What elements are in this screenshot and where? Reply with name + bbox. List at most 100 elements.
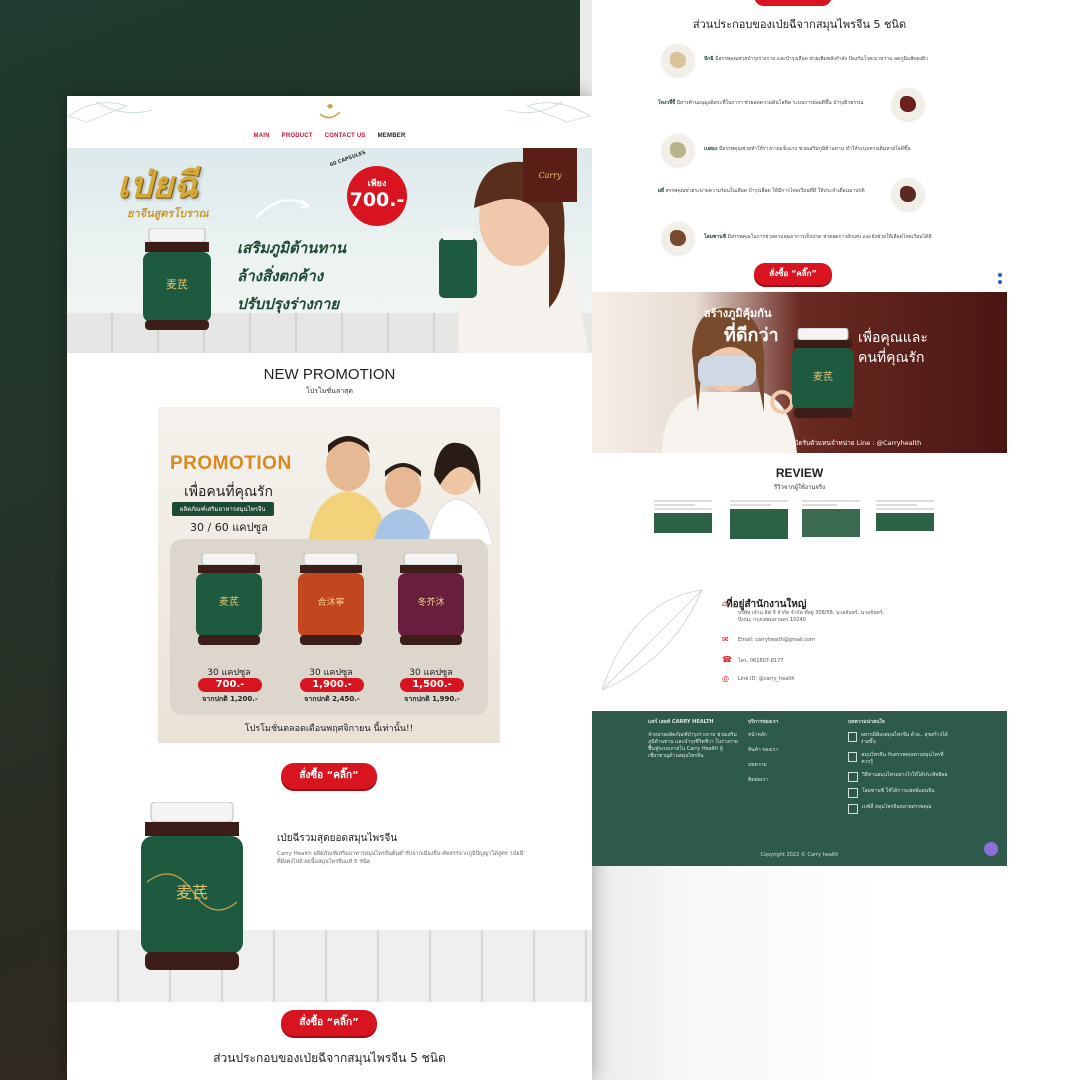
hero-bullet: เสริมภูมิต้านทาน (237, 239, 346, 257)
nav-product[interactable]: PRODUCT (282, 133, 313, 139)
site-footer: แคร์ เฮลท์ CARRY HEALTH จำหน่ายผลิตภัณฑ์… (592, 711, 1007, 866)
herb-icon (892, 88, 924, 120)
ingredients-title: ส่วนประกอบของเป่ยฉีจากสมุนไพรจีน 5 ชนิด (692, 18, 907, 31)
banner2-line3b: คนที่คุณรัก (858, 350, 925, 366)
herb-text: มีสรรพคุณช่วยทำให้ร่างกายแข็งแรง ช่วยเสร… (718, 146, 911, 152)
leaf-illustration (601, 589, 703, 691)
footer-article-title: เบซ์ลี่ สมุนไพรจีนหลายสรรพคุณ (862, 804, 932, 810)
promotion-subtitle: โปรโมชั่นล่าสุด (306, 387, 353, 395)
footer-article[interactable]: โสมซานชี ใช้ได้การแพทย์แผนจีน (848, 788, 948, 798)
order-button[interactable]: สั่งซื้อ “คลิ๊ก” (754, 263, 832, 285)
svg-text:合沐寧: 合沐寧 (317, 596, 344, 608)
product-jar-red: 合沐寧 (298, 553, 364, 645)
herb-icon (892, 178, 924, 210)
product-jar-purple: 冬芥沐 (398, 553, 464, 645)
office-address: บริษัท เจ้าน ลิฟ จี จำกัด จำกัด ที่อยู่ … (738, 610, 885, 623)
footer-link[interactable]: สินค้า ของเรา (748, 747, 818, 754)
herb-text: สรรพคุณช่วยระบายความร้อนในเลือด บำรุงเลื… (665, 188, 865, 194)
capsules-label: 60 CAPSULES (329, 149, 367, 169)
calendar-icon (848, 752, 858, 762)
order-button[interactable]: สั่งซื้อ “คลิ๊ก” (281, 763, 377, 789)
review-card[interactable] (802, 500, 860, 562)
nav-member[interactable]: MEMBER (378, 133, 406, 139)
review-card[interactable] (876, 500, 934, 562)
product-jar-large: 麦芪 (141, 802, 243, 970)
family-photo (308, 436, 494, 545)
review-card[interactable] (654, 500, 712, 562)
promo-item-price: 700.- (198, 678, 262, 692)
copyright: Copyright 2022 © Carry health (760, 852, 839, 858)
herb-item: ปักฉี มีสรรพคุณช่วยบำรุงร่างกาย และบำรุง… (704, 56, 944, 63)
promotion-header: NEW PROMOTION โปรโมชั่นล่าสุด (67, 366, 592, 397)
footer-article[interactable]: สมุนไพรจีน กับสรรพคุณทางสมุนไพรที่ควรรู้ (848, 752, 948, 766)
product-description: Carry Health ผลิตภัณฑ์เสริมอาหารสมุนไพรจ… (277, 851, 525, 865)
footer-about-text: จำหน่ายผลิตภัณฑ์บำรุงร่างกาย ช่วยเสริมภู… (648, 732, 738, 759)
nav-main[interactable]: MAIN (254, 133, 270, 139)
footer-link[interactable]: บทความ (748, 762, 818, 769)
footer-articles-title: บทความน่าสนใจ (848, 719, 885, 725)
hero-bullet: ปรับปรุงร่างกาย (237, 295, 340, 313)
line-icon: ◎ (722, 674, 729, 683)
banner2-line2: ที่ดีกว่า (724, 325, 779, 346)
price-badge: เพียง 700.- (347, 166, 407, 226)
footer-services: บริการของเรา หน้าหลัก สินค้า ของเรา บทคว… (748, 719, 818, 792)
brand-badge: Carry (523, 148, 577, 202)
office-phone[interactable]: โทร. 061807-8177 (738, 657, 783, 665)
svg-text:麦芪: 麦芪 (813, 370, 833, 383)
review-card[interactable] (730, 500, 788, 562)
promo-item-price: 1,900.- (300, 678, 364, 692)
review-header: REVIEW รีวิวจากผู้ใช้งานจริง (592, 466, 1007, 492)
hero-banner: เป่ยฉี ยาจีนสูตรโบราณ เสริมภูมิต้านทาน ล… (67, 148, 592, 353)
order-button-cropped[interactable] (754, 0, 832, 6)
product-jar-image: 麦芪 (792, 328, 854, 418)
carry-logo-icon[interactable] (317, 102, 343, 122)
order-button[interactable]: สั่งซื้อ “คลิ๊ก” (281, 1010, 377, 1036)
herb-name: ปักฉี (704, 56, 714, 62)
footer-about-title: แคร์ เฮลท์ CARRY HEALTH (648, 719, 714, 725)
product-jar-green: 麦芪 (196, 553, 262, 645)
footer-services-title: บริการของเรา (748, 719, 779, 725)
scroll-indicator[interactable] (998, 273, 1002, 287)
herb-name: เบสอง (704, 146, 718, 152)
herb-name: โสมซานชี (704, 234, 727, 240)
calendar-icon (848, 772, 858, 782)
banner2-contact[interactable]: เปิดรับตัวแทนจำหน่าย Line : @Carryhealth (792, 438, 921, 448)
main-nav: MAIN PRODUCT CONTACT US MEMBER (67, 133, 592, 139)
email-icon: ✉ (722, 635, 729, 644)
promo-item-caps: 30 แคปซูล (409, 668, 453, 678)
herb-item: เบสอง มีสรรพคุณช่วยทำให้ร่างกายแข็งแรง ช… (704, 146, 944, 153)
footer-article[interactable]: อยากมีต้องสมุนไพรจีน ด้วย.. สุขสร้างได้ง… (848, 732, 948, 746)
arrow-decoration (255, 199, 310, 219)
hero-bullet: ล้างสิ่งตกค้าง (237, 267, 324, 285)
calendar-icon (848, 788, 858, 798)
footer-article[interactable]: เบซ์ลี่ สมุนไพรจีนหลายสรรพคุณ (848, 804, 948, 814)
herb-item: โสมซานชี มีสรรพคุณในการช่วยควบคุมอาการเจ… (704, 234, 944, 241)
promotion-footer: โปรโมชั่นตลอดเดือนพฤศจิกายน นี้เท่านั้น!… (244, 724, 414, 734)
office-email[interactable]: Email: carryhealth@gmail.com (738, 637, 815, 643)
svg-text:冬芥沐: 冬芥沐 (417, 596, 444, 608)
office-line[interactable]: Line ID: @carry_health (738, 676, 795, 682)
herb-icon (662, 134, 694, 166)
phone-icon: ☎ (722, 655, 732, 664)
chat-icon[interactable] (984, 842, 998, 856)
footer-link[interactable]: หน้าหลัก (748, 732, 818, 739)
promotion-love: เพื่อคนที่คุณรัก (184, 484, 273, 500)
promo-item-caps: 30 แคปซูล (207, 668, 251, 678)
svg-text:麦芪: 麦芪 (176, 883, 208, 902)
herb-text: มีสารต้านอนุมูลอิสระที่ในการฯ ช่วยลดความ… (676, 100, 864, 106)
footer-about: แคร์ เฮลท์ CARRY HEALTH จำหน่ายผลิตภัณฑ์… (648, 719, 738, 760)
promotion-tag: ผลิตภัณฑ์เสริมอาหารสมุนไพรจีน (172, 502, 274, 516)
review-title: REVIEW (775, 466, 824, 480)
site-header: MAIN PRODUCT CONTACT US MEMBER (67, 96, 592, 148)
footer-article-title: อยากมีต้องสมุนไพรจีน ด้วย.. สุขสร้างได้ง… (860, 732, 948, 745)
nav-contact[interactable]: CONTACT US (325, 133, 366, 139)
footer-article-title: วิธีทานสมุนไพรอย่างไรให้ได้ประสิทธิผล (862, 772, 948, 778)
immunity-banner: สร้างภูมิคุ้มกัน ที่ดีกว่า 麦芪 เพื่อคุณแล… (592, 292, 1007, 453)
landing-page-bottom: ส่วนประกอบของเป่ยฉีจากสมุนไพรจีน 5 ชนิด … (592, 0, 1007, 866)
promo-item-caps: 30 แคปซูล (309, 668, 353, 678)
footer-link[interactable]: ติดต่อเรา (748, 777, 818, 784)
footer-articles: บทความน่าสนใจ อยากมีต้องสมุนไพรจีน ด้วย.… (848, 719, 948, 820)
herb-item: ผลี่ สรรพคุณช่วยระบายความร้อนในเลือด บำร… (658, 188, 882, 195)
footer-article[interactable]: วิธีทานสมุนไพรอย่างไรให้ได้ประสิทธิผล (848, 772, 948, 782)
product-jar-image: 麦芪 (143, 228, 211, 330)
